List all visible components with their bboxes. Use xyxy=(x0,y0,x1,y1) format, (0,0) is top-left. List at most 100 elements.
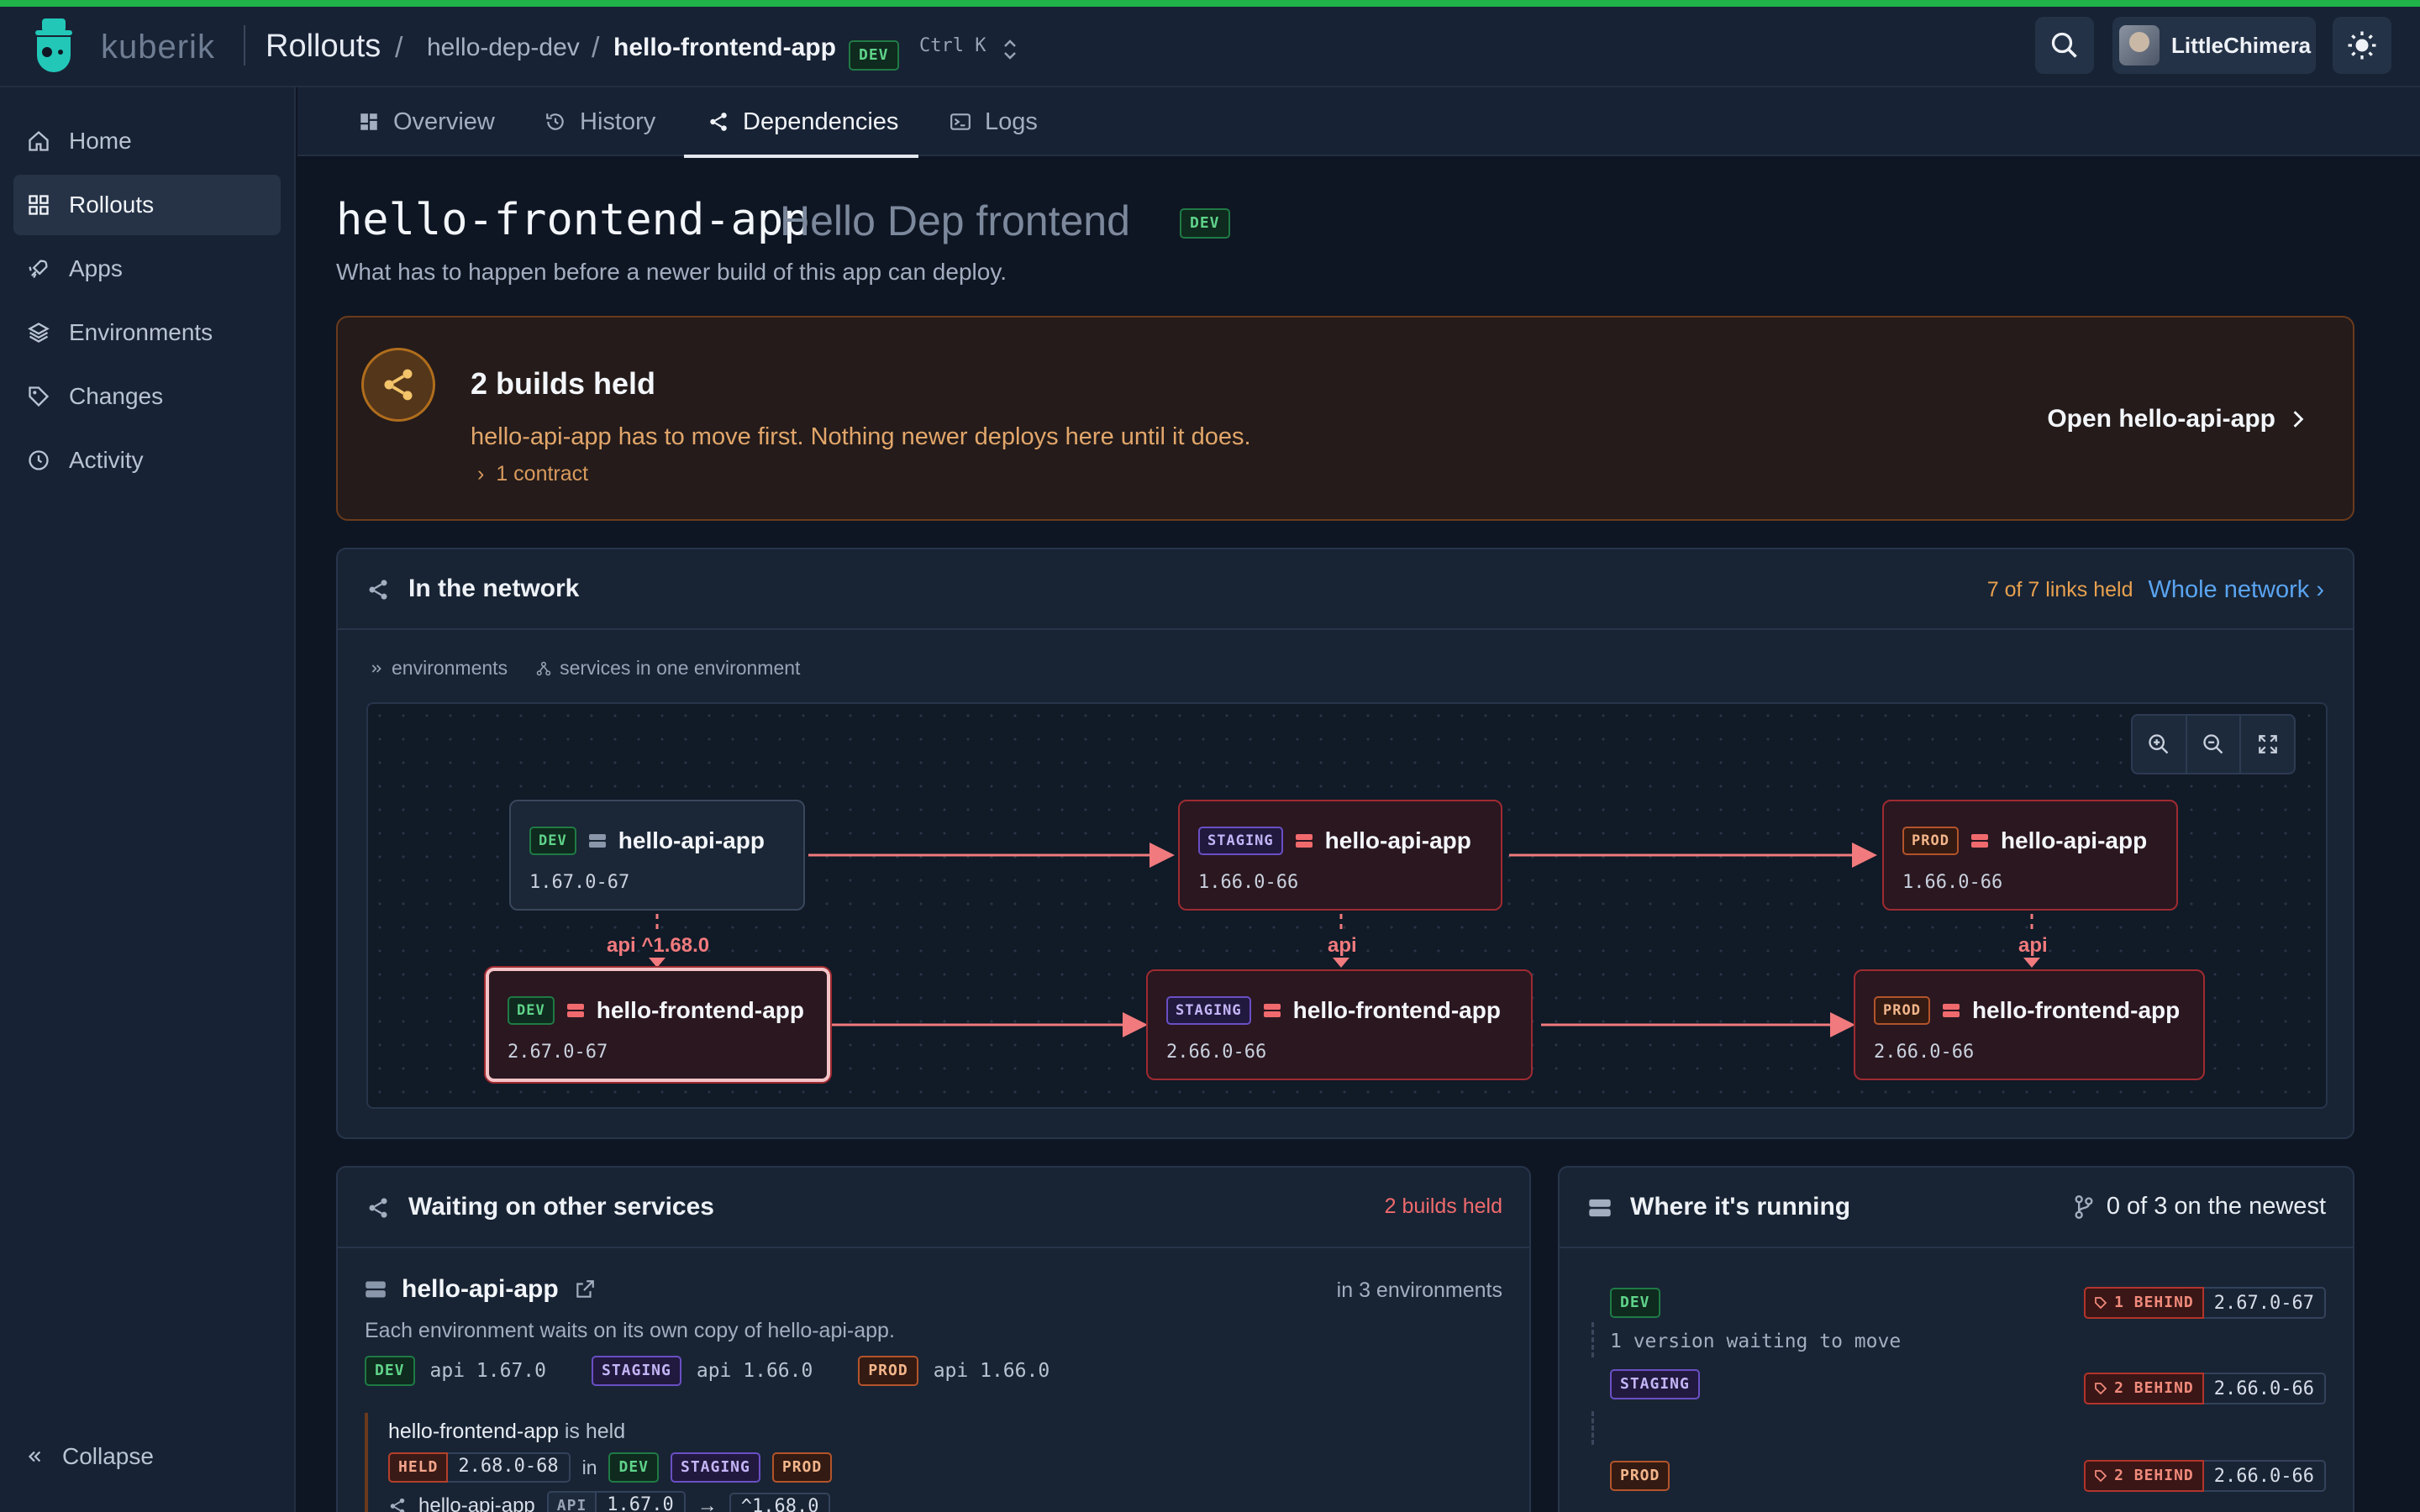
running-row-staging[interactable]: STAGING 2 BEHIND 2.66.0-66 xyxy=(1610,1369,2326,1404)
chevron-updown-icon[interactable] xyxy=(1000,37,1020,62)
breadcrumb-rollouts[interactable]: Rollouts xyxy=(266,29,381,65)
running-version: 2 BEHIND 2.66.0-66 xyxy=(2084,1373,2326,1404)
held-message: hello-api-app has to move first. Nothing… xyxy=(471,423,1251,450)
node-name: hello-frontend-app xyxy=(1971,997,2181,1023)
node-name: hello-frontend-app xyxy=(596,997,805,1023)
share-icon xyxy=(710,113,727,131)
tab-history[interactable]: History xyxy=(544,87,655,156)
dependency-tag: API xyxy=(546,1491,597,1512)
page-subtitle: Hello Dep frontend xyxy=(780,197,1130,244)
breadcrumb-environment[interactable]: hello-dep-dev xyxy=(427,34,580,62)
server-icon xyxy=(1263,1004,1281,1017)
command-shortcut[interactable]: Ctrl K xyxy=(919,35,986,56)
env-badge: STAGING xyxy=(1610,1369,1700,1399)
env-badge: PROD xyxy=(1874,996,1930,1025)
held-version-line: HELD 2.68.0-68 in DEV STAGING PROD xyxy=(388,1452,833,1483)
held-share-icon xyxy=(361,348,435,422)
theme-toggle-button[interactable] xyxy=(2333,17,2391,74)
waiting-card-header: Waiting on other services 2 builds held xyxy=(338,1168,1529,1248)
sidebar-item-environments[interactable]: Environments xyxy=(13,302,281,363)
user-name: LittleChimera xyxy=(2171,32,2312,58)
external-link-icon[interactable] xyxy=(574,1278,596,1300)
contracts-toggle[interactable]: › 1 contract xyxy=(477,462,588,486)
tab-dependencies[interactable]: Dependencies xyxy=(683,87,919,158)
node-dev-api[interactable]: DEV hello-api-app 1.67.0-67 xyxy=(509,800,805,911)
node-staging-frontend[interactable]: STAGING hello-frontend-app 2.66.0-66 xyxy=(1146,969,1533,1080)
sidebar-item-changes[interactable]: Changes xyxy=(13,366,281,427)
service-header: hello-api-app xyxy=(365,1275,596,1304)
breadcrumb-app[interactable]: hello-frontend-app xyxy=(613,34,836,62)
user-menu-button[interactable]: LittleChimera xyxy=(2112,17,2316,74)
held-version: 2.68.0-68 xyxy=(448,1452,571,1483)
tab-overview[interactable]: Overview xyxy=(358,87,495,156)
sidebar-item-label: Home xyxy=(69,128,132,154)
held-app-name: hello-frontend-app xyxy=(388,1420,559,1443)
dependency-graph-canvas[interactable]: api ^1.68.0 api api DEV hello-api-app 1.… xyxy=(366,702,2328,1109)
running-row-dev[interactable]: DEV 1 BEHIND 2.67.0-67 xyxy=(1610,1287,2326,1319)
dependency-required: ^1.68.0 xyxy=(729,1492,831,1512)
page-env-badge: DEV xyxy=(1180,208,1230,239)
collapse-label: Collapse xyxy=(62,1443,154,1469)
held-summary: hello-frontend-app is held xyxy=(388,1420,832,1444)
brand-name: kuberik xyxy=(101,29,215,66)
running-row-prod[interactable]: PROD 2 BEHIND 2.66.0-66 xyxy=(1610,1460,2326,1492)
home-icon xyxy=(29,130,49,151)
sidebar-item-home[interactable]: Home xyxy=(13,111,281,171)
running-card-header: Where it's running 0 of 3 on the newest xyxy=(1560,1168,2353,1248)
node-name: hello-api-app xyxy=(1324,827,1471,853)
env-badge: STAGING xyxy=(671,1452,760,1483)
tab-logs[interactable]: Logs xyxy=(950,87,1038,156)
kuberik-logo-icon[interactable] xyxy=(30,18,77,72)
waiting-builds-held: 2 builds held xyxy=(1384,1194,1502,1218)
running-summary: 0 of 3 on the newest xyxy=(2075,1193,2326,1221)
dependency-name: hello-api-app xyxy=(418,1494,535,1512)
held-detail: hello-frontend-app is held HELD 2.68.0-6… xyxy=(365,1413,833,1512)
header-divider xyxy=(244,25,245,66)
env-badge: DEV xyxy=(508,996,555,1025)
search-button[interactable] xyxy=(2035,17,2094,74)
node-prod-frontend[interactable]: PROD hello-frontend-app 2.66.0-66 xyxy=(1854,969,2205,1080)
server-icon xyxy=(366,1281,386,1298)
node-version: 1.66.0-66 xyxy=(1198,872,1299,893)
sidebar-item-label: Rollouts xyxy=(69,192,155,218)
chevron-right-icon: › xyxy=(477,462,485,486)
tag-icon xyxy=(29,386,50,407)
running-summary-text: 0 of 3 on the newest xyxy=(2106,1193,2326,1220)
held-dependency-line: hello-api-app API 1.67.0 → ^1.68.0 xyxy=(388,1491,832,1512)
fork-icon xyxy=(536,661,551,675)
behind-badge: 1 BEHIND xyxy=(2084,1287,2204,1319)
contracts-label: 1 contract xyxy=(496,462,589,486)
whole-network-link[interactable]: Whole network › xyxy=(2148,576,2324,604)
tab-bar: Overview History Dependencies Logs xyxy=(297,87,2420,158)
server-icon xyxy=(566,1004,584,1017)
tag-icon xyxy=(2095,1297,2107,1310)
env-badge: PROD xyxy=(1902,827,1959,855)
sidebar-collapse-button[interactable]: Collapse xyxy=(25,1443,154,1470)
env-badge: DEV xyxy=(529,827,576,855)
service-name[interactable]: hello-api-app xyxy=(402,1275,559,1304)
node-dev-frontend[interactable]: DEV hello-frontend-app 2.67.0-67 xyxy=(486,968,830,1082)
open-api-app-link[interactable]: Open hello-api-app xyxy=(2047,405,2306,433)
dependency-current: 1.67.0 xyxy=(597,1491,686,1512)
held-in-text: in xyxy=(581,1456,597,1478)
held-status-text: is held xyxy=(564,1420,626,1443)
sidebar: Home Rollouts Apps Environments Changes … xyxy=(0,87,296,1512)
clock-icon xyxy=(29,450,49,470)
node-prod-api[interactable]: PROD hello-api-app 1.66.0-66 xyxy=(1882,800,2178,911)
edge-label-dev: api ^1.68.0 xyxy=(607,934,710,957)
sidebar-item-apps[interactable]: Apps xyxy=(13,239,281,299)
edge-label-prod: api xyxy=(2018,934,2048,957)
env-badge: PROD xyxy=(858,1356,918,1386)
sidebar-item-rollouts[interactable]: Rollouts xyxy=(13,175,281,235)
sidebar-item-activity[interactable]: Activity xyxy=(13,430,281,491)
sidebar-item-label: Apps xyxy=(69,255,123,281)
share-icon xyxy=(390,1498,405,1512)
tab-label: Overview xyxy=(393,108,495,135)
current-version: 2.67.0-67 xyxy=(2203,1287,2326,1319)
arrow-right-icon: → xyxy=(697,1494,718,1512)
legend-label: services in one environment xyxy=(560,657,801,679)
node-version: 2.66.0-66 xyxy=(1166,1042,1267,1063)
running-version: 1 BEHIND 2.67.0-67 xyxy=(2084,1287,2326,1319)
node-staging-api[interactable]: STAGING hello-api-app 1.66.0-66 xyxy=(1178,800,1502,911)
node-name: hello-api-app xyxy=(618,827,765,853)
